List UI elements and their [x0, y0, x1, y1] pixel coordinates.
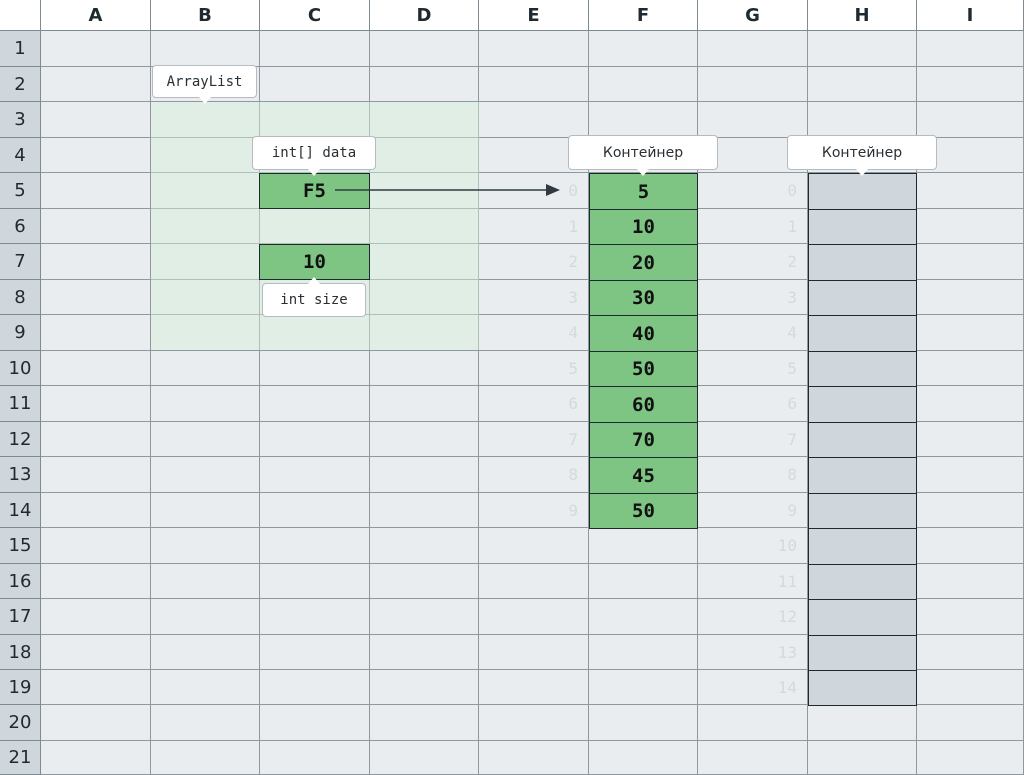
reference-arrow — [335, 184, 560, 196]
spreadsheet: ABCDEFGHI 1 2 3 4 5 6 7 8 9 10 11 12 13 14 15 16 17 18 19 2… — [0, 0, 1024, 775]
